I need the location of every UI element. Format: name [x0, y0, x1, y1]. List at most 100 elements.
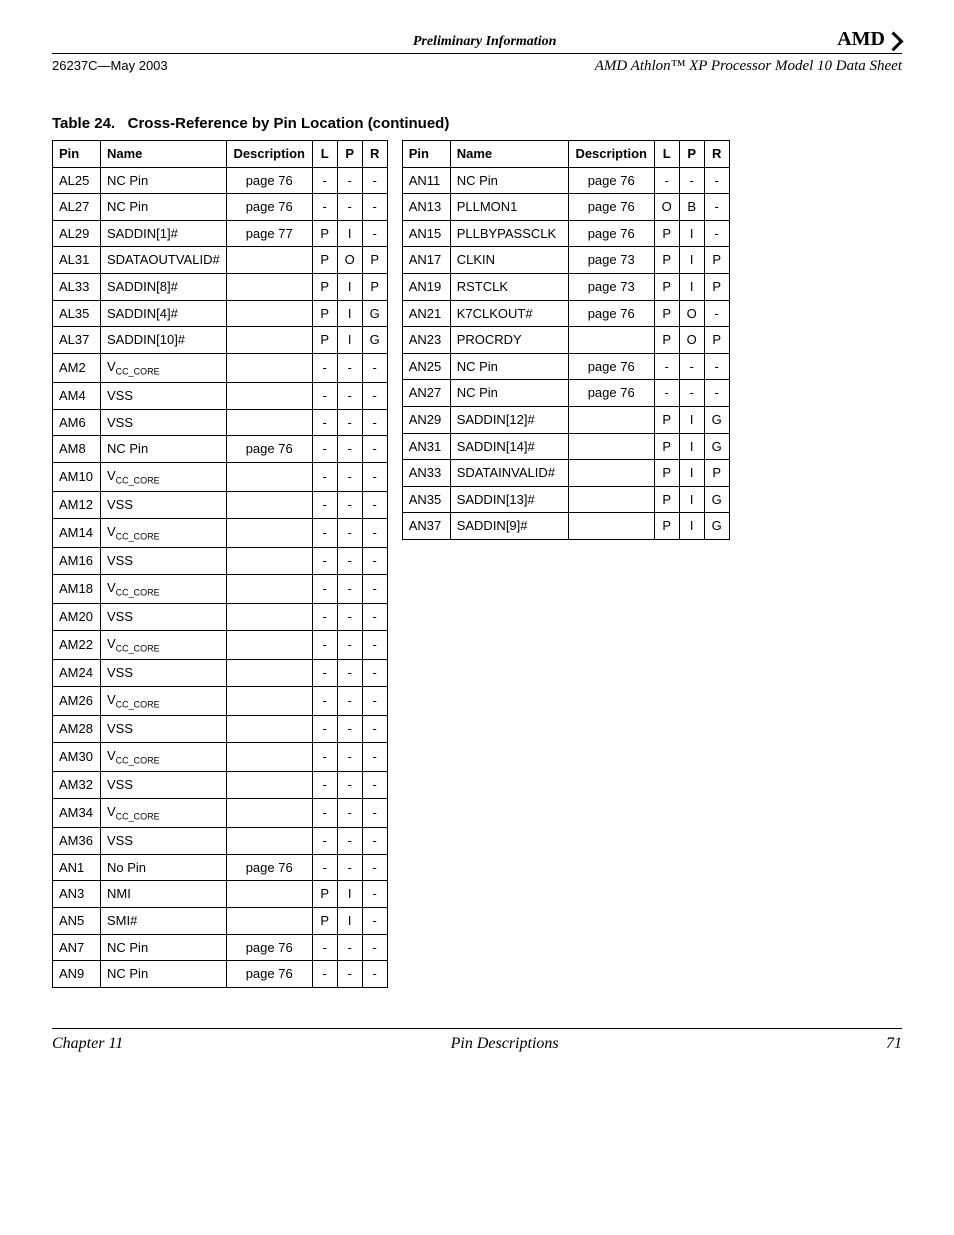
td-p: I — [679, 433, 704, 460]
td-r: - — [362, 772, 387, 799]
td-p: - — [337, 167, 362, 194]
td-r: G — [704, 406, 729, 433]
th-l: L — [654, 141, 679, 168]
td-desc — [226, 383, 312, 410]
td-desc — [226, 518, 312, 547]
table-row: AN27NC Pinpage 76--- — [402, 380, 729, 407]
td-r: P — [362, 273, 387, 300]
td-name: SADDIN[8]# — [101, 273, 227, 300]
td-p: - — [337, 854, 362, 881]
header-rule — [52, 53, 902, 54]
page-header: Preliminary Information AMD — [52, 28, 902, 51]
td-desc — [226, 247, 312, 274]
td-name: VSS — [101, 492, 227, 519]
td-name: SADDIN[1]# — [101, 220, 227, 247]
td-p: - — [337, 518, 362, 547]
td-pin: AM6 — [53, 409, 101, 436]
footer-chapter: Chapter 11 — [52, 1035, 123, 1053]
td-pin: AM24 — [53, 660, 101, 687]
td-desc — [568, 513, 654, 540]
td-r: - — [362, 462, 387, 491]
td-pin: AM26 — [53, 686, 101, 715]
td-pin: AM14 — [53, 518, 101, 547]
table-row: AN7NC Pinpage 76--- — [53, 934, 388, 961]
td-name: NMI — [101, 881, 227, 908]
td-p: I — [679, 273, 704, 300]
td-r: G — [704, 486, 729, 513]
td-name: VCC_CORE — [101, 518, 227, 547]
td-l: - — [312, 518, 337, 547]
td-p: - — [337, 409, 362, 436]
td-desc: page 76 — [226, 961, 312, 988]
table-row: AL25NC Pinpage 76--- — [53, 167, 388, 194]
td-name: SADDIN[4]# — [101, 300, 227, 327]
td-desc: page 76 — [226, 934, 312, 961]
td-l: - — [312, 660, 337, 687]
td-desc — [226, 409, 312, 436]
td-pin: AN11 — [402, 167, 450, 194]
td-desc — [226, 574, 312, 603]
td-pin: AN1 — [53, 854, 101, 881]
td-name: VCC_CORE — [101, 630, 227, 659]
td-name: VCC_CORE — [101, 462, 227, 491]
td-name: SDATAOUTVALID# — [101, 247, 227, 274]
td-r: - — [362, 828, 387, 855]
page-footer: Chapter 11 Pin Descriptions 71 — [52, 1028, 902, 1053]
td-desc — [226, 462, 312, 491]
td-desc — [226, 548, 312, 575]
td-p: - — [337, 462, 362, 491]
td-l: P — [654, 247, 679, 274]
td-pin: AN35 — [402, 486, 450, 513]
table-row: AM36VSS--- — [53, 828, 388, 855]
td-pin: AM30 — [53, 742, 101, 771]
td-l: P — [312, 300, 337, 327]
td-pin: AN33 — [402, 460, 450, 487]
td-r: - — [362, 961, 387, 988]
td-desc — [226, 492, 312, 519]
td-name: NC Pin — [101, 934, 227, 961]
td-pin: AM8 — [53, 436, 101, 463]
td-desc — [226, 798, 312, 827]
table-row: AN11NC Pinpage 76--- — [402, 167, 729, 194]
td-l: O — [654, 194, 679, 221]
caption-suffix: (continued) — [368, 115, 450, 132]
td-l: P — [312, 247, 337, 274]
td-desc — [568, 486, 654, 513]
td-l: P — [312, 327, 337, 354]
td-pin: AM36 — [53, 828, 101, 855]
table-row: AM16VSS--- — [53, 548, 388, 575]
td-desc — [226, 604, 312, 631]
td-p: - — [679, 167, 704, 194]
header-subline: 26237C—May 2003 AMD Athlon™ XP Processor… — [52, 58, 902, 75]
td-p: I — [337, 908, 362, 935]
td-name: VSS — [101, 660, 227, 687]
td-name: SMI# — [101, 908, 227, 935]
td-desc: page 76 — [226, 167, 312, 194]
td-desc: page 76 — [568, 380, 654, 407]
td-pin: AL37 — [53, 327, 101, 354]
td-l: - — [312, 686, 337, 715]
td-pin: AN7 — [53, 934, 101, 961]
table-row: AN37SADDIN[9]#PIG — [402, 513, 729, 540]
td-p: B — [679, 194, 704, 221]
td-name: VCC_CORE — [101, 742, 227, 771]
table-row: AN19RSTCLKpage 73PIP — [402, 273, 729, 300]
td-desc — [226, 660, 312, 687]
th-r: R — [362, 141, 387, 168]
table-header-row: Pin Name Description L P R — [53, 141, 388, 168]
td-p: - — [337, 436, 362, 463]
td-name: No Pin — [101, 854, 227, 881]
td-desc — [226, 353, 312, 382]
td-l: - — [312, 604, 337, 631]
td-p: - — [337, 716, 362, 743]
td-pin: AN15 — [402, 220, 450, 247]
td-name: VSS — [101, 383, 227, 410]
td-l: P — [654, 273, 679, 300]
td-name: NC Pin — [450, 353, 568, 380]
td-pin: AM12 — [53, 492, 101, 519]
td-p: - — [337, 686, 362, 715]
td-desc — [568, 460, 654, 487]
td-r: P — [362, 247, 387, 274]
td-name: SDATAINVALID# — [450, 460, 568, 487]
table-row: AL37SADDIN[10]#PIG — [53, 327, 388, 354]
